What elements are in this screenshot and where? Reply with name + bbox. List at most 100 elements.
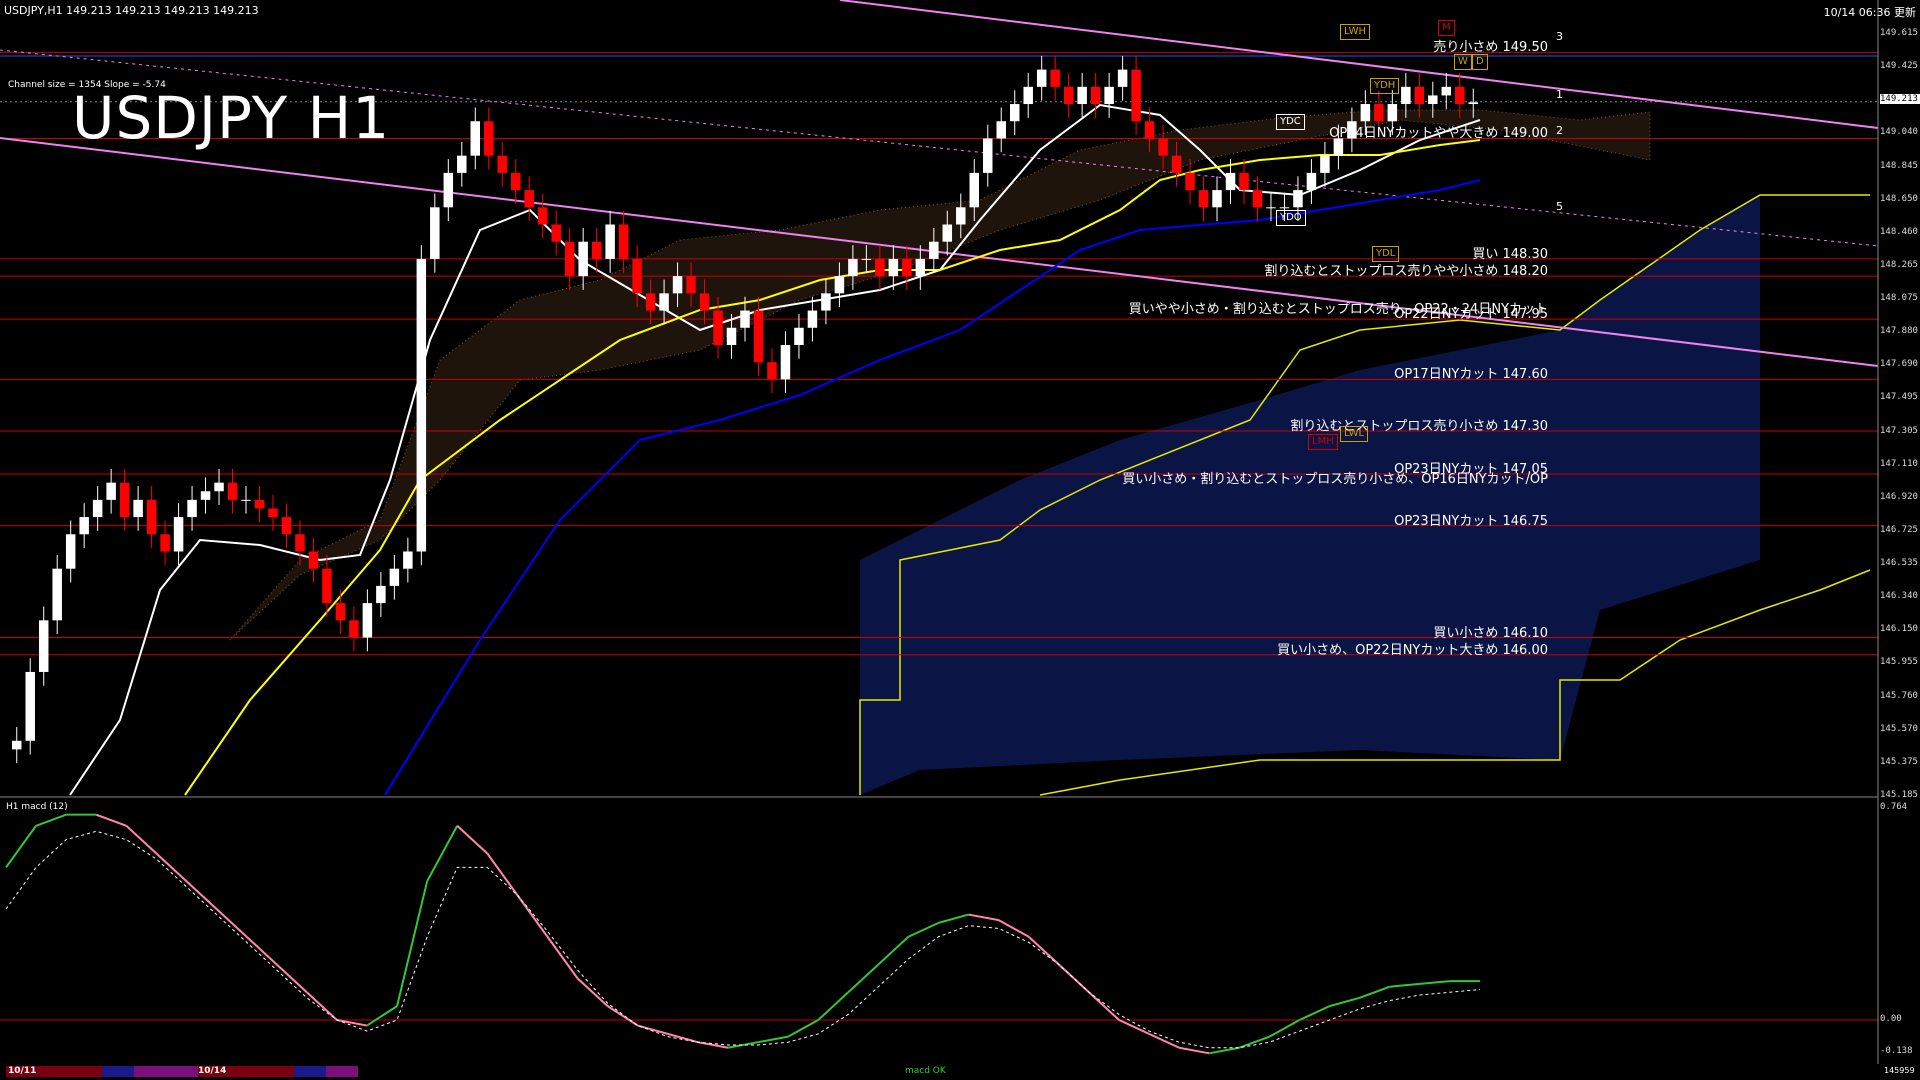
candle-up <box>983 138 993 173</box>
candle-down <box>1131 69 1141 122</box>
candle-up <box>52 568 62 621</box>
level-tag: LWL <box>1340 426 1369 442</box>
candle-down <box>591 241 602 259</box>
candle-down <box>1252 190 1263 208</box>
candle-up <box>1266 207 1276 209</box>
annotation: OP23日NYカット 146.75 <box>1394 513 1548 529</box>
candle-up <box>1401 86 1411 105</box>
candle-up <box>389 568 400 586</box>
annotation: 割り込むとストップロス売り小さめ 147.30 <box>1290 419 1548 435</box>
candle-up <box>780 344 791 380</box>
candle-down <box>119 482 130 518</box>
candle-up <box>1306 172 1317 191</box>
candle-up <box>214 482 224 492</box>
candle-up <box>1104 86 1114 105</box>
date-strip-segment <box>166 1066 198 1077</box>
price-tick: 148.845 <box>1880 160 1918 171</box>
candle-up <box>861 258 872 260</box>
price-tick: 147.690 <box>1880 359 1918 370</box>
candle-up <box>1441 86 1452 96</box>
date-strip-segment <box>230 1066 262 1077</box>
price-tick: 148.650 <box>1880 193 1918 204</box>
annotation: OP17日NYカット 147.60 <box>1394 367 1548 383</box>
candle-up <box>1077 86 1087 105</box>
candle-up <box>578 241 588 277</box>
price-tick: 145.570 <box>1880 723 1918 734</box>
channel-number: 5 <box>1556 200 1563 213</box>
price-tick: 147.495 <box>1880 392 1918 403</box>
candle-up <box>848 258 858 277</box>
candle-down <box>875 258 885 277</box>
candle-down <box>1414 86 1425 105</box>
date-strip-segment <box>38 1066 70 1077</box>
candle-up <box>362 603 373 638</box>
date-strip-segment <box>294 1066 326 1077</box>
candle-down <box>160 534 170 552</box>
price-tick: 146.150 <box>1880 624 1918 635</box>
candle-down <box>335 603 346 621</box>
candle-up <box>1225 172 1236 191</box>
candle-down <box>322 568 332 604</box>
candle-down <box>902 258 912 277</box>
candle-up <box>834 276 845 294</box>
date-strip-segment <box>134 1066 166 1077</box>
macd-tick: -0.138 <box>1880 1046 1913 1056</box>
annotation: 割り込むとストップロス売りやや小さめ 148.20 <box>1264 264 1548 280</box>
candle-up <box>1468 102 1478 105</box>
candle-up <box>200 491 211 500</box>
candle-up <box>1428 95 1438 105</box>
price-tick: 145.955 <box>1880 657 1918 668</box>
channel-number: 1 <box>1556 88 1563 101</box>
candle-up <box>915 258 926 277</box>
level-tag: YDC <box>1276 114 1305 130</box>
annotation: 買い小さめ・割り込むとストップロス売り小さめ、OP16日NYカット/OP <box>1122 472 1548 488</box>
macd-label: H1 macd (12) <box>6 802 68 812</box>
macd-footer: macd OK <box>905 1066 946 1076</box>
candle-down <box>1050 69 1060 87</box>
candle-down <box>1171 155 1182 173</box>
candle-up <box>956 207 966 225</box>
candle-down <box>268 508 278 518</box>
candle-up <box>79 517 89 535</box>
level-tag: YDO <box>1276 210 1306 226</box>
annotation: 売り小さめ 149.50 <box>1433 40 1548 56</box>
annotation: OP14日NYカットやや大きめ 149.00 <box>1329 126 1548 142</box>
macd-tick: 0.00 <box>1880 1014 1902 1024</box>
candle-down <box>1239 172 1249 191</box>
candle-down <box>564 241 575 277</box>
level-tag: W <box>1454 54 1472 70</box>
date-label-2: 10/14 <box>198 1066 227 1076</box>
candle-up <box>726 327 737 345</box>
candle-down <box>281 517 292 535</box>
price-tick: 145.185 <box>1880 790 1918 800</box>
candle-up <box>807 310 818 328</box>
price-tick: 149.213 <box>1880 94 1920 105</box>
candle-down <box>1198 190 1209 208</box>
candle-up <box>1023 86 1033 105</box>
candle-up <box>443 172 454 208</box>
candle-up <box>133 499 143 518</box>
price-tick: 148.265 <box>1880 259 1918 270</box>
date-strip-segment <box>326 1066 358 1077</box>
channel-number: 2 <box>1556 124 1563 137</box>
price-tick: 147.305 <box>1880 425 1918 436</box>
channel-number: 3 <box>1556 30 1563 43</box>
candle-up <box>1387 104 1398 122</box>
chart-canvas[interactable] <box>0 0 1920 1080</box>
candle-up <box>457 155 467 173</box>
candle-up <box>659 293 669 311</box>
symbol-info: USDJPY,H1 149.213 149.213 149.213 149.21… <box>4 4 259 17</box>
annotation: 買い小さめ 146.10 <box>1433 625 1548 641</box>
date-strip-segment <box>70 1066 102 1077</box>
price-tick: 147.880 <box>1880 326 1918 337</box>
candle-down <box>767 362 777 380</box>
candle-up <box>1212 190 1222 208</box>
candle-up <box>969 172 980 208</box>
candle-down <box>537 207 548 225</box>
level-tag: LWH <box>1340 24 1371 40</box>
date-strip-segment <box>102 1066 134 1077</box>
candle-down <box>510 172 521 191</box>
candle-down <box>699 293 710 311</box>
candle-down <box>146 499 157 535</box>
candle-down <box>1455 86 1465 105</box>
